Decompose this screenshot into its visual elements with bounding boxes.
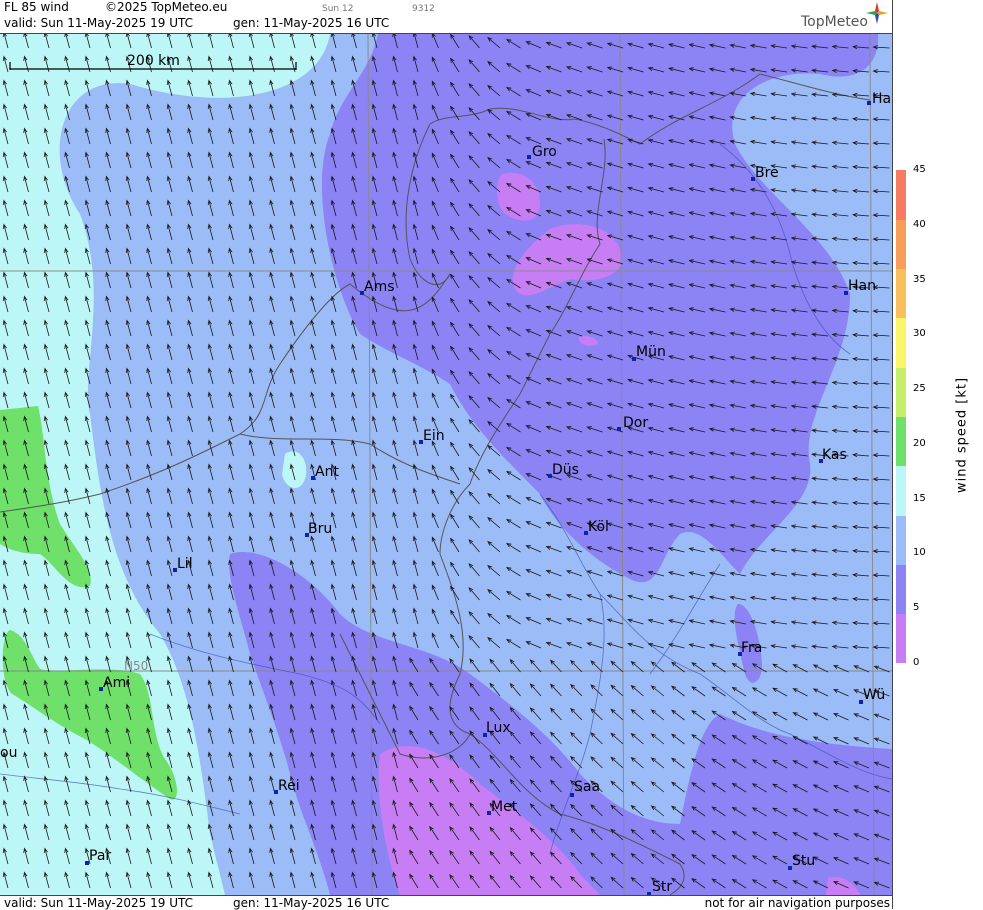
legend-color-step [896,219,906,270]
city-han: Han [844,278,876,295]
legend-tick-label: 5 [913,602,920,614]
footer-valid-time: valid: Sun 11-May-2025 19 UTC [4,896,193,910]
svg-text:Rei: Rei [278,778,300,794]
legend-tick-label: 10 [913,547,926,559]
city-bre: Bre [751,165,779,181]
city-kas: Kas [819,447,847,463]
svg-text:Wü: Wü [863,687,885,703]
city-par: Par [85,848,111,865]
legend-tick-label: 20 [913,437,926,449]
legend-tick-label: 40 [913,218,926,230]
legend-color-step [896,515,906,565]
city-met: Met [487,799,518,815]
svg-text:Ein: Ein [423,428,445,444]
legend-tick-label: 35 [913,273,926,285]
svg-text:Ha: Ha [872,91,891,107]
svg-text:Köl: Köl [588,519,609,535]
svg-text:Par: Par [89,848,111,864]
compass-star-icon [866,2,888,24]
run-code: Sun 12 [322,4,354,14]
generated-time: gen: 11-May-2025 16 UTC [233,16,390,30]
map-header: FL 85 wind ©2025 TopMeteo.eu Sun 12 9312… [0,0,892,34]
svg-text:Ant: Ant [315,464,339,480]
legend-tick-label: 0 [913,657,920,668]
legend-color-step [896,268,906,319]
svg-text:Stu: Stu [792,853,815,869]
legend-tick-label: 30 [913,328,926,340]
svg-text:Lil: Lil [177,556,193,572]
legend-tick-label: 15 [913,492,926,504]
city-wu: Wü [859,687,885,704]
svg-text:Ams: Ams [364,279,395,295]
legend-color-step [896,170,906,220]
city-mun: Mün [632,344,666,361]
city-rei: Rei [274,778,300,794]
svg-text:Saa: Saa [574,779,600,795]
legend-tick-label: 25 [913,383,926,395]
map-footer: valid: Sun 11-May-2025 19 UTC gen: 11-Ma… [0,895,892,910]
svg-text:Dor: Dor [623,415,648,431]
copyright-text: ©2025 TopMeteo.eu [105,0,228,14]
wind-map-canvas: 200 km N50 Gro Bre Ha Ams Han Mün Ein Do… [0,34,892,895]
svg-text:Han: Han [848,278,876,294]
svg-text:Met: Met [491,799,518,815]
valid-time: valid: Sun 11-May-2025 19 UTC [4,16,193,30]
city-dus: Düs [548,462,579,478]
svg-text:Bre: Bre [755,165,779,181]
legend-color-step [896,465,906,516]
city-ou: ou [0,745,17,761]
svg-text:Bru: Bru [308,521,332,537]
legend-title: wind speed [kt] [954,376,970,494]
wind-map: 200 km N50 Gro Bre Ha Ams Han Mün Ein Do… [0,34,892,895]
svg-text:Mün: Mün [636,344,666,360]
legend-color-step [896,367,906,417]
city-kol: Köl [584,519,609,535]
legend-color-step [896,416,906,467]
svg-text:Gro: Gro [532,144,557,160]
city-stu: Stu [788,853,815,870]
city-lux: Lux [483,720,511,737]
legend-tick-label: 45 [913,164,926,175]
city-fra: Fra [738,640,762,656]
city-ant: Ant [311,464,339,480]
legend-colorbar [896,170,906,664]
scale-bar-label: 200 km [127,53,180,69]
svg-text:Düs: Düs [552,462,579,478]
svg-text:Kas: Kas [822,447,847,463]
latitude-label: N50 [124,659,148,673]
legend-color-step [896,317,906,368]
footer-generated-time: gen: 11-May-2025 16 UTC [233,896,390,910]
city-ein: Ein [419,428,445,444]
svg-text:Lux: Lux [486,720,511,736]
legend-color-step [896,613,906,664]
legend-color-step [896,564,906,615]
svg-text:Fra: Fra [741,640,762,656]
product-title: FL 85 wind [4,0,69,14]
brand-logo-text: TopMeteo [801,14,868,30]
city-ams: Ams [360,279,395,295]
svg-text:Ami: Ami [103,675,130,691]
city-bru: Bru [305,521,332,537]
svg-text:ou: ou [0,745,17,761]
svg-text:Str: Str [652,879,672,895]
serial-number: 9312 [412,4,435,14]
city-ami: Ami [99,675,130,691]
city-gro: Gro [527,144,557,160]
city-saa: Saa [570,779,600,797]
footer-disclaimer: not for air navigation purposes [704,896,890,910]
